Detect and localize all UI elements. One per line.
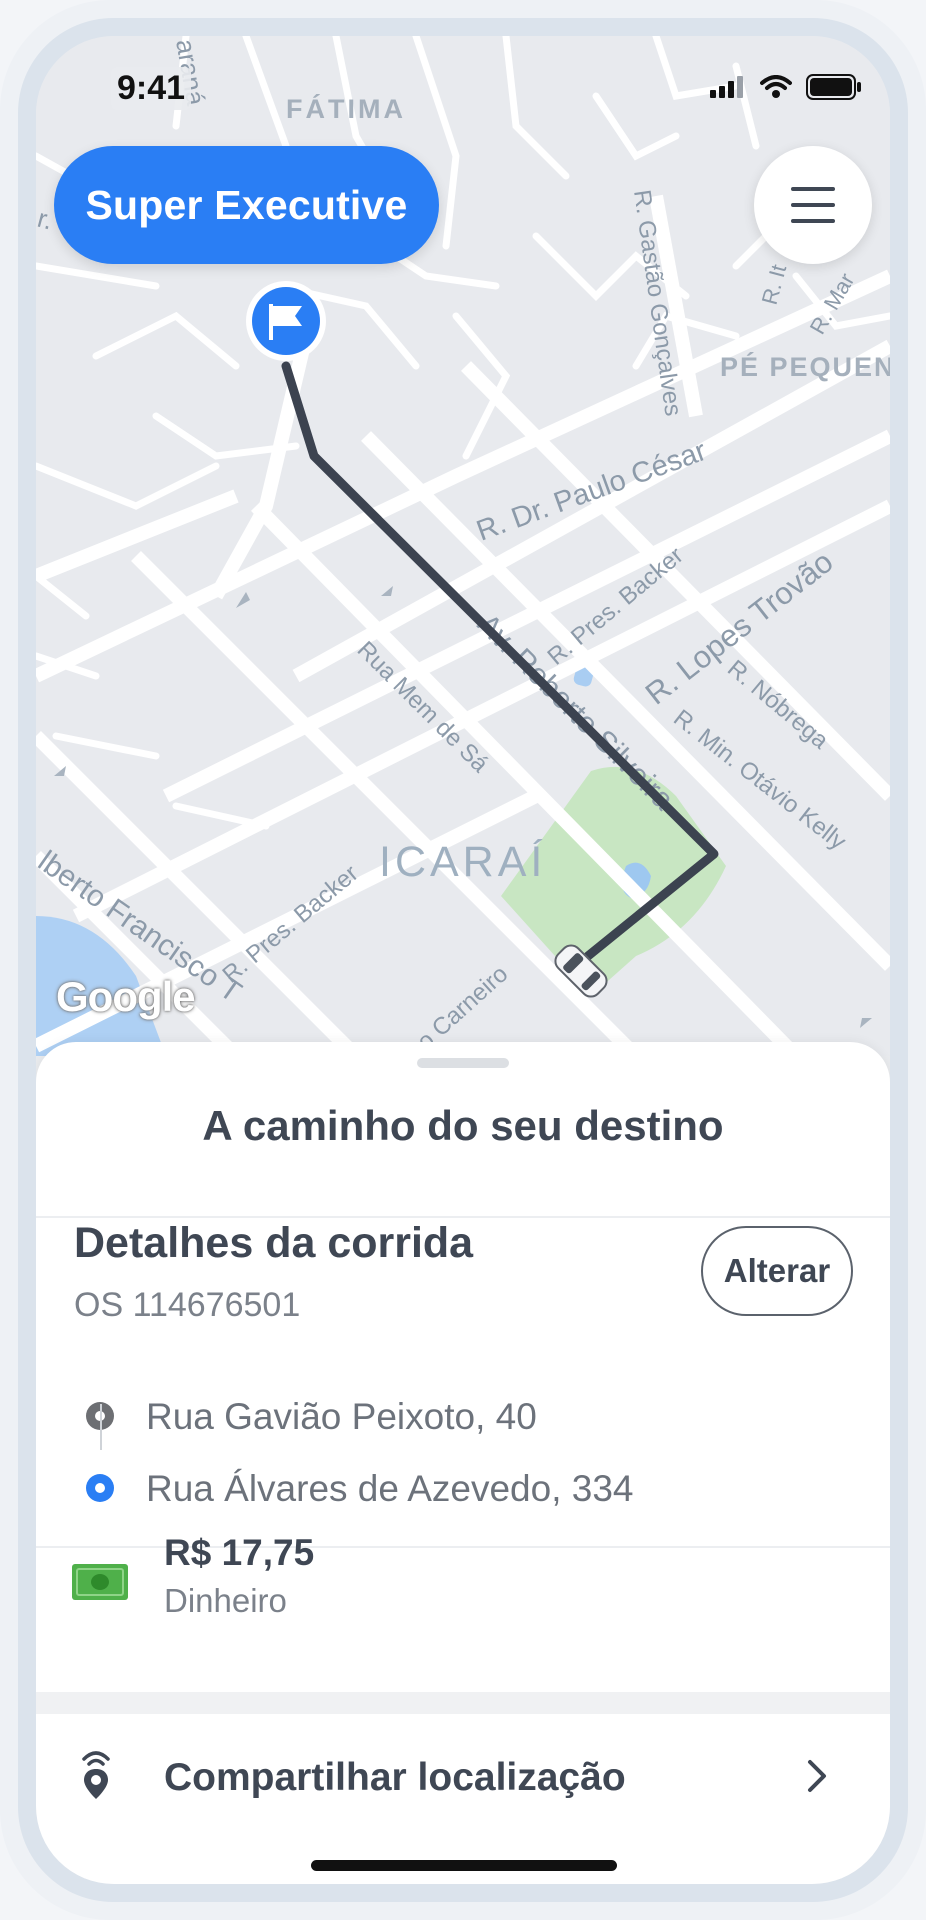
ride-details-title: Detalhes da corrida (74, 1219, 474, 1267)
divider (36, 1216, 890, 1218)
cash-icon (72, 1564, 128, 1600)
map-label-pe-pequeno: PÉ PEQUEN (720, 351, 890, 382)
ride-status-title: A caminho do seu destino (202, 1102, 724, 1149)
destination-dot (86, 1474, 114, 1502)
google-logo: Google (56, 973, 196, 1020)
order-number: OS 114676501 (74, 1286, 301, 1324)
home-indicator[interactable] (311, 1860, 617, 1871)
map-label-fatima: FÁTIMA (286, 93, 406, 124)
share-location-button[interactable]: Compartilhar localização (36, 1714, 890, 1840)
route-connector-line (100, 1404, 102, 1450)
service-type-button[interactable]: Super Executive (54, 146, 439, 264)
map-label-icarai: ICARAÍ (379, 838, 546, 886)
screen: FÁTIMA araná r. R. Gastão Gonçalves PÉ P… (36, 36, 890, 1884)
share-location-label: Compartilhar localização (164, 1756, 626, 1799)
change-button[interactable]: Alterar (701, 1226, 853, 1316)
menu-button[interactable] (754, 146, 872, 264)
section-separator (36, 1692, 890, 1714)
chevron-right-icon (808, 1760, 826, 1792)
payment-method: Dinheiro (164, 1582, 287, 1619)
hamburger-menu-icon (791, 187, 835, 223)
origin-address: Rua Gavião Peixoto, 40 (146, 1396, 537, 1437)
share-location-icon (82, 1751, 110, 1799)
destination-address: Rua Álvares de Azevedo, 334 (146, 1468, 634, 1509)
ride-status-sheet: A caminho do seu destino Detalhes da cor… (36, 1042, 890, 1884)
sheet-grabber[interactable] (417, 1058, 509, 1068)
destination-marker[interactable] (246, 281, 326, 361)
fare-amount: R$ 17,75 (164, 1532, 315, 1573)
